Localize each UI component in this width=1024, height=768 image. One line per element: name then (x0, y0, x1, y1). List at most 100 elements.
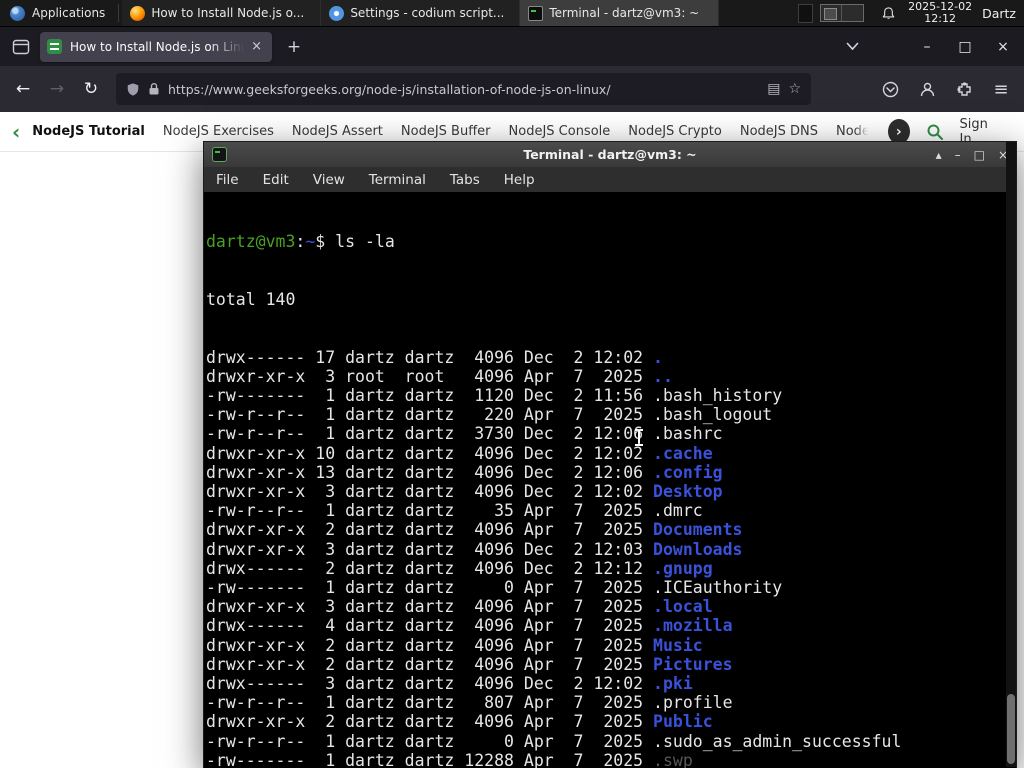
ls-row: drwxr-xr-x 3 dartz dartz 4096 Dec 2 12:0… (206, 540, 1016, 559)
panel-window-buttons: How to Install Node.js o... Settings - co… (122, 0, 720, 26)
ls-filename: .config (653, 462, 723, 482)
menu-icon[interactable]: ≡ (986, 74, 1016, 104)
ls-columns: drwxr-xr-x 3 dartz dartz 4096 Apr 7 2025 (206, 597, 654, 617)
workspace-2[interactable] (842, 5, 863, 21)
extensions-icon[interactable] (949, 74, 979, 104)
ls-columns: -rw------- 1 dartz dartz 12288 Apr 7 202… (206, 750, 654, 768)
workspace-1[interactable] (821, 5, 843, 21)
settings-icon (329, 5, 345, 21)
tab-close-icon[interactable]: × (248, 39, 265, 54)
panel-window-button[interactable]: Settings - codium script... (321, 0, 521, 26)
sitenav-item[interactable]: NodeJS Assert (292, 124, 383, 139)
ls-filename: .bashrc (653, 424, 723, 444)
applications-menu-button[interactable]: Applications (0, 0, 115, 26)
url-bar[interactable]: https://www.geeksforgeeks.org/node-js/in… (116, 73, 811, 105)
terminal-menu-item[interactable]: Help (504, 172, 535, 188)
terminal-minimize-button[interactable]: – (955, 148, 961, 162)
panel-window-button[interactable]: How to Install Node.js o... (122, 0, 322, 26)
terminal-menu-item[interactable]: View (313, 172, 345, 188)
ls-row: drwxr-xr-x 3 root root 4096 Apr 7 2025 .… (206, 367, 1016, 386)
browser-tab[interactable]: How to Install Node.js on Linux × (40, 31, 272, 62)
clock[interactable]: 2025-12-02 12:12 (908, 1, 972, 25)
sitenav-item[interactable]: NodeJS Buffer (401, 124, 491, 139)
sitenav-item[interactable]: NodeJS Exercises (163, 124, 274, 139)
nav-chevron-left-icon[interactable]: ‹ (12, 120, 20, 144)
ls-row: -rw-r--r-- 1 dartz dartz 0 Apr 7 2025 .s… (206, 732, 1016, 751)
ls-row: -rw------- 1 dartz dartz 1120 Dec 2 11:5… (206, 386, 1016, 405)
ls-row: drwxr-xr-x 2 dartz dartz 4096 Apr 7 2025… (206, 636, 1016, 655)
tab-title: How to Install Node.js on Linux (70, 39, 249, 54)
list-all-tabs-chevron-icon[interactable] (838, 33, 866, 61)
reader-mode-icon[interactable]: ▤ (767, 81, 780, 97)
terminal-menu-item[interactable]: File (216, 172, 239, 188)
ls-row: drwx------ 17 dartz dartz 4096 Dec 2 12:… (206, 348, 1016, 367)
sitenav-items: NodeJS Tutorial NodeJS Exercises NodeJS As… (32, 124, 870, 139)
terminal-shade-button[interactable]: ▴ (936, 148, 942, 162)
browser-minimize-button[interactable]: – (912, 34, 942, 60)
lock-icon[interactable] (148, 82, 160, 96)
ls-filename: .cache (653, 443, 713, 463)
terminal-window[interactable]: Terminal - dartz@vm3: ~ ▴ – □ × File Edit… (203, 141, 1017, 768)
sitenav-item[interactable]: NodeJS Crypto (628, 124, 722, 139)
new-tab-button[interactable]: + (280, 33, 308, 61)
ls-row: drwxr-xr-x 2 dartz dartz 4096 Apr 7 2025… (206, 712, 1016, 731)
browser-maximize-button[interactable]: □ (950, 34, 980, 60)
terminal-maximize-button[interactable]: □ (974, 148, 985, 162)
prompt-colon: : (295, 232, 306, 252)
ls-columns: drwx------ 17 dartz dartz 4096 Dec 2 12:… (206, 347, 654, 367)
terminal-titlebar[interactable]: Terminal - dartz@vm3: ~ ▴ – □ × (204, 142, 1016, 167)
ls-filename: .. (653, 366, 673, 386)
browser-tab-bar: How to Install Node.js on Linux × + – □ … (0, 27, 1024, 66)
terminal-icon (528, 5, 544, 21)
terminal-menu-item[interactable]: Terminal (369, 172, 426, 188)
ls-row: drwxr-xr-x 2 dartz dartz 4096 Apr 7 2025… (206, 520, 1016, 539)
sitenav-item[interactable]: NodeJS DNS (740, 124, 818, 139)
terminal-scrollbar[interactable] (1006, 142, 1016, 767)
url-text[interactable]: https://www.geeksforgeeks.org/node-js/in… (168, 82, 759, 97)
panel-separator (118, 4, 120, 22)
sitenav-item[interactable]: NodeJS Tutorial (32, 124, 145, 139)
ls-filename: .sudo_as_admin_successful (653, 731, 902, 751)
applications-label: Applications (32, 6, 106, 20)
panel-user-label[interactable]: Dartz (982, 6, 1016, 21)
ls-columns: drwxr-xr-x 2 dartz dartz 4096 Apr 7 2025 (206, 712, 654, 732)
ls-row: drwx------ 3 dartz dartz 4096 Dec 2 12:0… (206, 674, 1016, 693)
panel-window-button[interactable]: Terminal - dartz@vm3: ~ (520, 0, 720, 26)
ls-row: -rw-r--r-- 1 dartz dartz 35 Apr 7 2025 .… (206, 501, 1016, 520)
notification-bell-icon[interactable] (876, 0, 900, 26)
geeksforgeeks-favicon-icon (47, 39, 62, 54)
ls-row: drwxr-xr-x 3 dartz dartz 4096 Apr 7 2025… (206, 597, 1016, 616)
firefox-view-icon[interactable] (8, 34, 34, 60)
prompt-symbol: $ (315, 232, 336, 252)
ls-row: drwx------ 2 dartz dartz 4096 Dec 2 12:1… (206, 559, 1016, 578)
toolbar-icon-cluster: ≡ (875, 74, 1016, 104)
ls-columns: drwxr-xr-x 3 dartz dartz 4096 Dec 2 12:0… (206, 482, 654, 502)
ls-filename: . (653, 347, 663, 367)
search-icon[interactable] (926, 123, 944, 141)
ls-row: -rw-r--r-- 1 dartz dartz 807 Apr 7 2025 … (206, 693, 1016, 712)
terminal-scrollbar-thumb[interactable] (1007, 694, 1015, 764)
ls-columns: -rw-r--r-- 1 dartz dartz 3730 Dec 2 12:0… (206, 424, 654, 444)
back-button[interactable]: ← (8, 74, 38, 104)
browser-close-button[interactable]: × (988, 34, 1018, 60)
workspace-switcher[interactable] (820, 4, 865, 22)
sitenav-item[interactable]: NodeJS Console (509, 124, 611, 139)
terminal-app-icon (212, 147, 227, 162)
account-icon[interactable] (912, 74, 942, 104)
show-desktop-button[interactable] (798, 3, 814, 23)
terminal-menu-item[interactable]: Edit (263, 172, 289, 188)
terminal-menu-item[interactable]: Tabs (450, 172, 480, 188)
pocket-icon[interactable] (875, 74, 905, 104)
ls-columns: drwxr-xr-x 2 dartz dartz 4096 Apr 7 2025 (206, 654, 654, 674)
bookmark-star-icon[interactable]: ☆ (788, 81, 801, 97)
panel-window-title: Settings - codium script... (350, 6, 505, 20)
text-cursor (634, 429, 644, 446)
ls-filename: .profile (653, 693, 733, 713)
tracking-shield-icon[interactable] (126, 82, 140, 97)
terminal-output[interactable]: dartz@vm3:~$ ls -la total 140 drwx------… (204, 192, 1016, 768)
forward-button[interactable]: → (42, 74, 72, 104)
ls-row: -rw------- 1 dartz dartz 12288 Apr 7 202… (206, 751, 1016, 768)
reload-button[interactable]: ↻ (76, 74, 106, 104)
sitenav-item[interactable]: Node (836, 124, 870, 139)
ls-filename: .swp (653, 750, 693, 768)
